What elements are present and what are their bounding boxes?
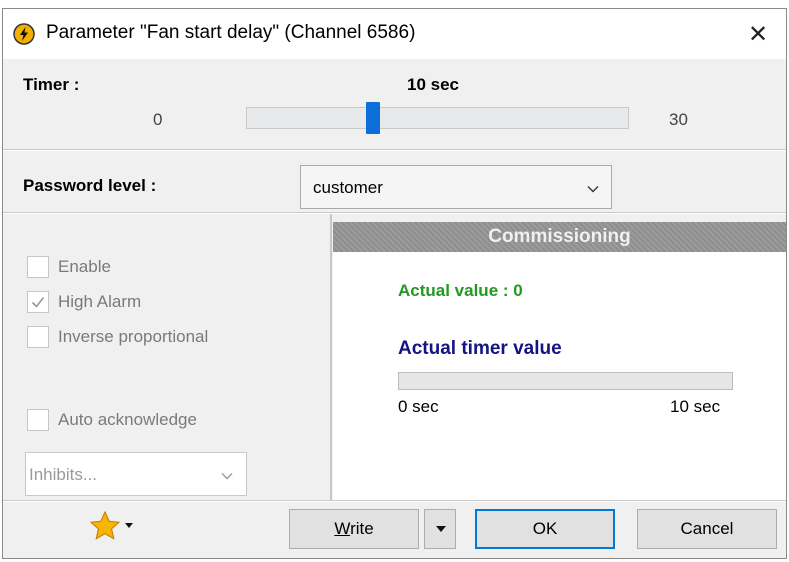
high-alarm-label: High Alarm — [58, 292, 142, 311]
enable-label: Enable — [58, 257, 111, 276]
commissioning-panel — [333, 222, 786, 500]
inverse-proportional-label: Inverse proportional — [58, 327, 209, 346]
parameter-dialog: Parameter "Fan start delay" (Channel 658… — [2, 8, 787, 559]
lightning-icon — [13, 23, 35, 45]
vertical-divider — [330, 214, 332, 500]
actual-value-text: Actual value : 0 — [398, 281, 523, 300]
timer-progress-bar — [398, 372, 733, 390]
caret-down-icon — [436, 526, 446, 532]
window-title: Parameter "Fan start delay" (Channel 658… — [46, 22, 416, 43]
auto-acknowledge-label: Auto acknowledge — [58, 410, 197, 429]
slider-max-label: 30 — [669, 110, 688, 129]
password-level-label: Password level : — [23, 176, 157, 195]
divider — [3, 212, 786, 214]
password-level-value: customer — [313, 178, 383, 197]
auto-acknowledge-checkbox[interactable] — [27, 409, 49, 431]
star-icon — [89, 510, 121, 540]
inhibits-value: Inhibits... — [29, 465, 98, 484]
commissioning-header: Commissioning — [333, 222, 786, 252]
progress-min-label: 0 sec — [398, 397, 439, 416]
enable-checkbox[interactable] — [27, 256, 49, 278]
chevron-down-icon — [587, 186, 599, 193]
inverse-proportional-checkbox[interactable] — [27, 326, 49, 348]
timer-label: Timer : — [23, 75, 80, 94]
background-window — [0, 0, 789, 8]
favorites-button[interactable] — [89, 510, 139, 546]
divider — [3, 500, 786, 502]
timer-value: 10 sec — [407, 75, 459, 94]
check-icon — [31, 297, 45, 308]
inhibits-select[interactable]: Inhibits... — [25, 452, 247, 496]
password-level-select[interactable]: customer — [300, 165, 612, 209]
ok-button[interactable]: OK — [475, 509, 615, 549]
slider-min-label: 0 — [153, 110, 163, 129]
timer-slider-thumb[interactable] — [366, 102, 380, 134]
progress-max-label: 10 sec — [670, 397, 721, 416]
divider — [3, 149, 786, 151]
chevron-down-icon — [221, 473, 233, 480]
cancel-button[interactable]: Cancel — [637, 509, 777, 549]
close-button[interactable]: ✕ — [743, 19, 773, 49]
caret-down-icon — [125, 523, 133, 528]
actual-timer-title: Actual timer value — [398, 338, 562, 359]
timer-slider-track[interactable] — [246, 107, 629, 129]
write-dropdown-button[interactable] — [424, 509, 456, 549]
write-button[interactable]: Write — [289, 509, 419, 549]
title-bar: Parameter "Fan start delay" (Channel 658… — [3, 9, 786, 59]
high-alarm-checkbox[interactable] — [27, 291, 49, 313]
